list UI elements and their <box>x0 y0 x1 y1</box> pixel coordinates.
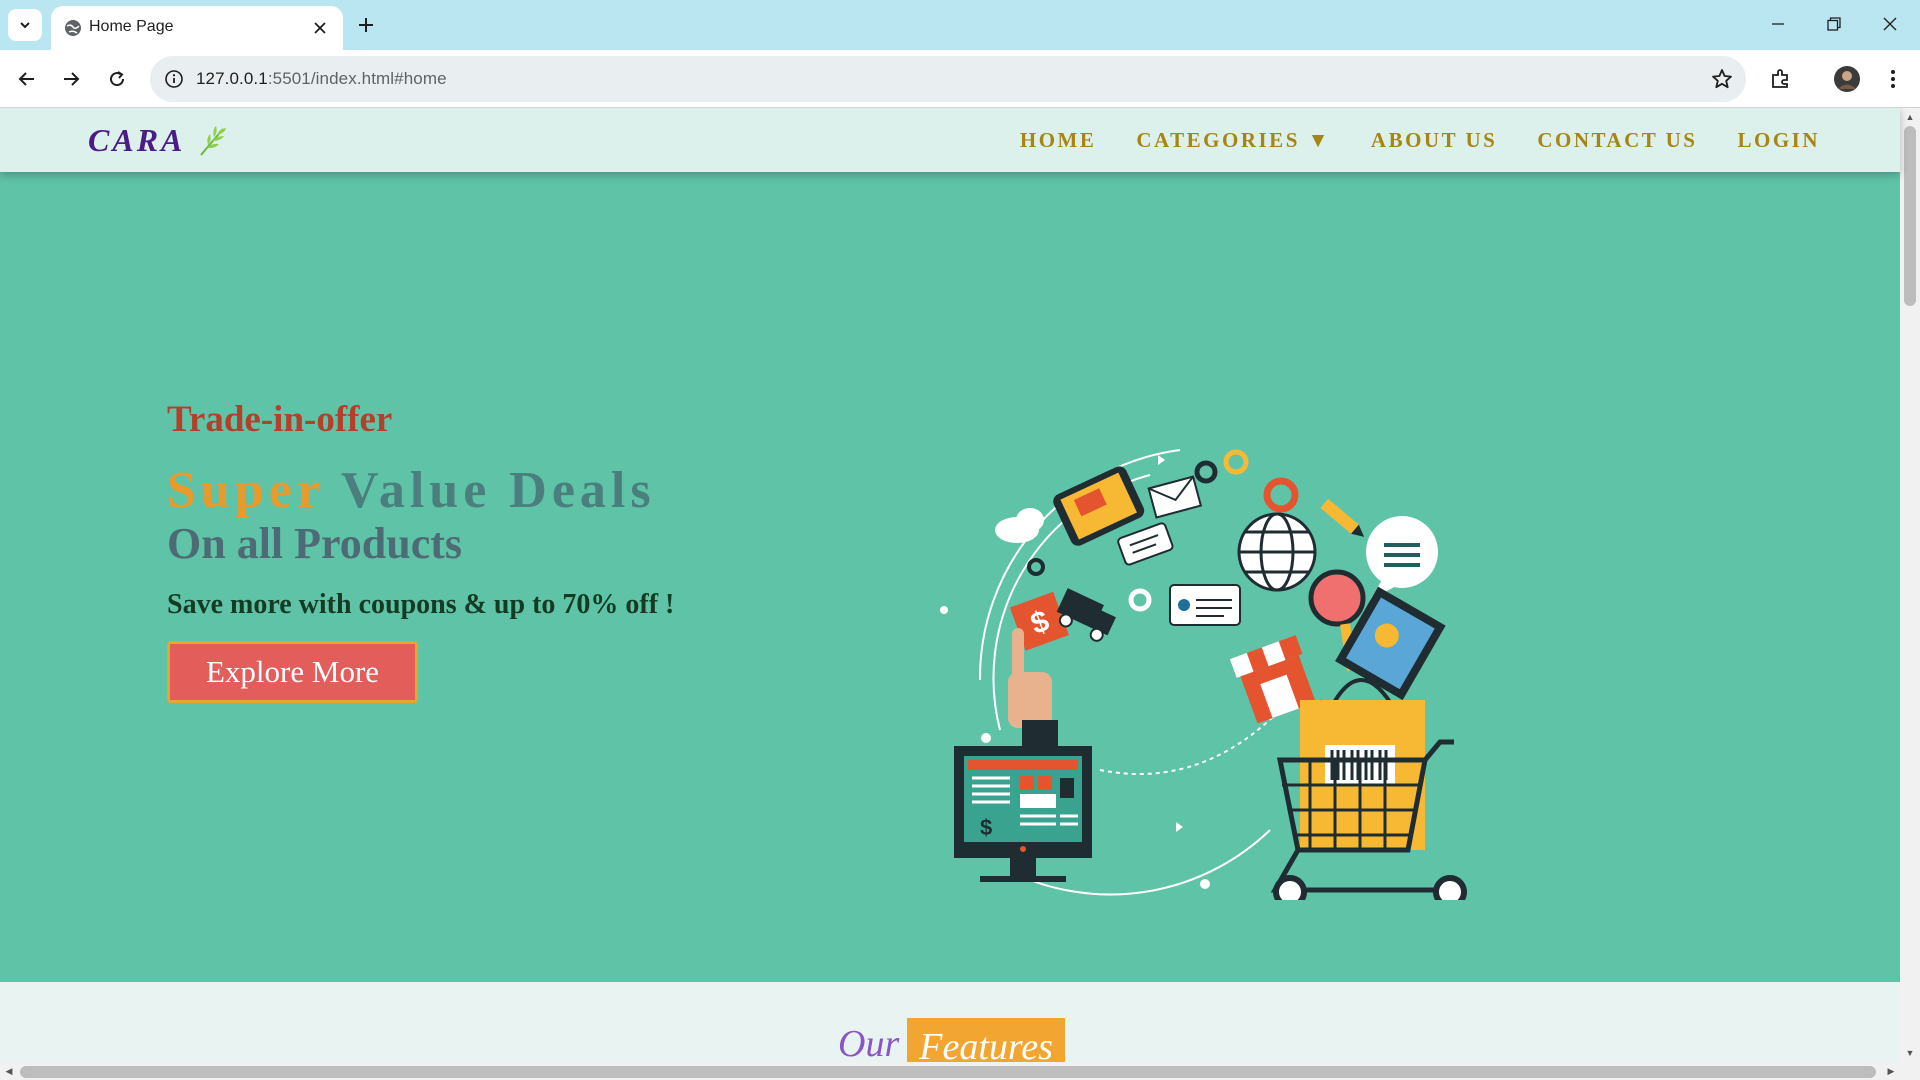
globe-icon <box>1237 512 1317 592</box>
close-icon <box>1883 17 1897 31</box>
features-heading-highlight: Features <box>907 1018 1065 1068</box>
hero-tagline: Save more with coupons & up to 70% off ! <box>167 589 675 620</box>
monitor-icon: $ <box>954 746 1092 882</box>
restore-icon <box>1827 17 1841 31</box>
horizontal-scrollbar[interactable]: ◀ ▶ <box>0 1062 1920 1080</box>
scroll-right-arrow[interactable]: ▶ <box>1884 1064 1898 1078</box>
nav-login[interactable]: LOGIN <box>1737 128 1820 153</box>
scroll-down-arrow[interactable]: ▼ <box>1904 1046 1916 1060</box>
new-tab-button[interactable] <box>350 9 382 41</box>
tab-title: Home Page <box>89 18 174 35</box>
nav-about-us[interactable]: ABOUT US <box>1371 128 1497 153</box>
chat-bubble-icon <box>1366 516 1438 600</box>
globe-icon <box>65 20 81 36</box>
reload-button[interactable] <box>98 60 136 98</box>
credit-card-icon <box>1169 584 1241 626</box>
restore-button[interactable] <box>1806 0 1862 48</box>
brand-logo[interactable]: CARA <box>88 122 229 159</box>
shopping-bag-icon <box>1300 678 1425 850</box>
hero-headline: Super Value Deals <box>167 463 674 519</box>
browser-tab-bar: Home Page <box>0 0 1920 50</box>
puzzle-icon <box>1772 69 1788 88</box>
tag-icon <box>1117 522 1174 566</box>
hero-subheadline: On all Products <box>167 519 463 568</box>
url-path: :5501/index.html#home <box>267 69 447 88</box>
explore-more-button[interactable]: Explore More <box>167 641 419 703</box>
leaf-icon <box>200 125 227 156</box>
vertical-scroll-thumb[interactable] <box>1904 126 1916 306</box>
chevron-down-icon <box>20 22 30 29</box>
browser-tab-active[interactable]: Home Page <box>51 6 343 50</box>
nav-contact-us[interactable]: CONTACT US <box>1537 128 1697 153</box>
nav-home[interactable]: HOME <box>1020 128 1097 153</box>
hero-trade-offer: Trade-in-offer <box>167 399 393 440</box>
tab-close-button[interactable] <box>305 13 335 43</box>
site-navbar: CARA HOME CATEGORIES ▼ ABOUT US CONTACT … <box>0 108 1900 172</box>
bookmark-star-icon[interactable] <box>1708 65 1736 93</box>
url-host: 127.0.0.1 <box>196 69 268 88</box>
svg-text:$: $ <box>980 815 992 840</box>
page-viewport: CARA HOME CATEGORIES ▼ ABOUT US CONTACT … <box>0 108 1920 1080</box>
arrow-left-icon <box>18 72 34 86</box>
more-vertical-icon <box>1891 70 1895 88</box>
close-icon <box>314 22 326 34</box>
features-heading-our: Our <box>838 1023 900 1065</box>
browser-toolbar: 127.0.0.1:5501/index.html#home <box>0 50 1920 108</box>
arrow-right-icon <box>64 72 80 86</box>
cloud-icon <box>995 508 1044 543</box>
minimize-icon <box>1772 23 1784 25</box>
tab-search-button[interactable] <box>8 9 42 41</box>
back-button[interactable] <box>8 60 46 98</box>
features-heading: Our Features <box>838 1018 1065 1068</box>
close-window-button[interactable] <box>1862 0 1918 48</box>
shopping-illustration: $ $ <box>940 449 1467 900</box>
horizontal-scroll-thumb[interactable] <box>20 1066 1876 1078</box>
hero-section: Trade-in-offer Super Value Deals On all … <box>0 172 1900 982</box>
hero-headline-word2: Value Deals <box>341 462 656 519</box>
nav-links: HOME CATEGORIES ▼ ABOUT US CONTACT US LO… <box>1020 128 1820 153</box>
brand-name: CARA <box>88 122 186 158</box>
nav-categories[interactable]: CATEGORIES ▼ <box>1136 128 1331 153</box>
profile-avatar[interactable] <box>1828 60 1866 98</box>
plus-icon <box>359 18 373 32</box>
reload-icon <box>110 71 125 87</box>
avatar-icon <box>1834 66 1860 92</box>
vertical-scrollbar[interactable]: ▲ ▼ <box>1900 108 1920 1062</box>
site-info-icon[interactable] <box>162 67 186 91</box>
extensions-button[interactable] <box>1762 60 1800 98</box>
scroll-up-arrow[interactable]: ▲ <box>1904 110 1916 124</box>
hero-headline-word1: Super <box>167 462 324 519</box>
mail-icon <box>1147 475 1203 519</box>
url-text: 127.0.0.1:5501/index.html#home <box>196 69 447 89</box>
scroll-left-arrow[interactable]: ◀ <box>2 1064 16 1078</box>
address-bar[interactable]: 127.0.0.1:5501/index.html#home <box>150 56 1746 102</box>
forward-button[interactable] <box>52 60 90 98</box>
minimize-button[interactable] <box>1750 0 1806 48</box>
pencil-icon <box>1320 498 1365 537</box>
browser-menu-button[interactable] <box>1874 60 1912 98</box>
hero-text: Trade-in-offer Super Value Deals On all … <box>167 398 674 703</box>
